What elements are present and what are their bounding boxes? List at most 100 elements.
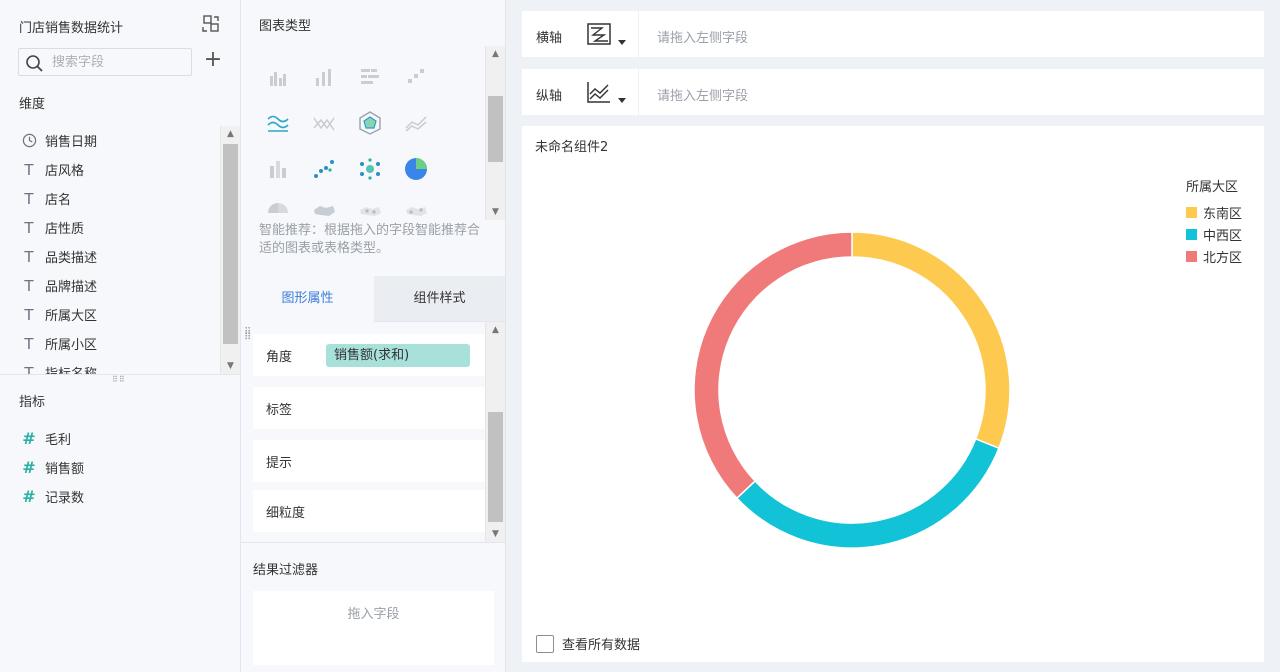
drag-handle-icon[interactable]: ⠿ ⠿ — [244, 328, 251, 343]
divider — [241, 542, 505, 543]
scatter-chart-icon[interactable] — [311, 156, 337, 182]
dimension-field-label: 店名 — [45, 193, 72, 208]
horizontal-bar-chart-icon[interactable] — [357, 64, 383, 90]
field-search-box[interactable] — [18, 48, 192, 76]
donut-slice-3[interactable] — [693, 231, 853, 500]
field-panel: 门店销售数据统计 + 维度 销售日期T店风格T店名T店性质T品类描述T品牌描述T… — [0, 0, 241, 672]
y-axis-dropzone[interactable]: 请拖入左侧字段 — [657, 85, 748, 104]
multi-line-chart-icon[interactable] — [311, 110, 337, 136]
result-filter-dropzone[interactable]: 拖入字段 — [253, 591, 494, 665]
text-type-icon: T — [24, 189, 34, 208]
chart-canvas: 未命名组件2 所属大区 东南区 中西区 北方区 查看所有数据 — [522, 126, 1264, 662]
granularity-label: 细粒度 — [266, 505, 306, 521]
dimension-field-item[interactable]: T 指标名称 — [0, 358, 220, 375]
config-panel: 图表类型 ▲ ▼ 智能推荐：根据拖入的字段智能推荐合适的图表或表格类型。 图形属… — [241, 0, 506, 672]
region-map-icon[interactable] — [311, 200, 337, 220]
label-property-row[interactable]: 标签 — [253, 387, 485, 429]
text-type-icon: T — [24, 334, 34, 353]
dimension-field-item[interactable]: T 所属大区 — [0, 300, 220, 329]
dimension-field-item[interactable]: T 品类描述 — [0, 242, 220, 271]
panel-splitter[interactable]: ⠿⠿ — [0, 374, 240, 384]
legend-label: 中西区 — [1203, 228, 1243, 244]
x-axis-bar: 横轴 请拖入左侧字段 — [522, 11, 1264, 57]
flow-map-icon[interactable] — [403, 200, 429, 220]
dimension-field-label: 品牌描述 — [45, 280, 98, 295]
bar-chart-icon[interactable] — [311, 64, 337, 90]
legend-swatch — [1186, 250, 1197, 262]
dimension-field-item[interactable]: T 店性质 — [0, 213, 220, 242]
line-chart-icon[interactable] — [265, 110, 291, 136]
measure-list: # 毛利 # 销售额 # 记录数 — [0, 424, 220, 514]
dimension-field-label: 店风格 — [45, 164, 85, 179]
text-type-icon: T — [24, 276, 34, 295]
donut-slice-1[interactable] — [851, 231, 1011, 450]
legend-item[interactable]: 中西区 — [1186, 223, 1242, 245]
angle-label: 角度 — [266, 349, 293, 365]
legend-label: 东南区 — [1203, 206, 1243, 222]
x-axis-type-icon[interactable] — [586, 22, 612, 46]
x-axis-dropzone[interactable]: 请拖入左侧字段 — [657, 27, 748, 46]
legend-label: 北方区 — [1203, 250, 1243, 266]
dimension-field-item[interactable]: T 店名 — [0, 184, 220, 213]
dimension-field-item[interactable]: T 品牌描述 — [0, 271, 220, 300]
chart-type-scrollbar[interactable]: ▲ ▼ — [485, 46, 505, 220]
view-all-data-toggle[interactable]: 查看所有数据 — [536, 634, 640, 653]
tab-component-style[interactable]: 组件样式 — [374, 276, 505, 322]
measure-field-item[interactable]: # 记录数 — [0, 482, 220, 511]
measure-field-item[interactable]: # 销售额 — [0, 453, 220, 482]
dimension-field-item[interactable]: T 所属小区 — [0, 329, 220, 358]
measure-field-label: 销售额 — [45, 462, 85, 477]
hash-icon: # — [22, 487, 36, 506]
measure-field-label: 毛利 — [45, 433, 72, 448]
tooltip-label: 提示 — [266, 455, 293, 471]
angle-field-tag[interactable]: 销售额(求和) — [326, 344, 470, 367]
dimension-field-label: 指标名称 — [45, 363, 97, 374]
tooltip-property-row[interactable]: 提示 — [253, 440, 485, 482]
waterfall-chart-icon[interactable] — [403, 64, 429, 90]
legend-swatch — [1186, 228, 1197, 240]
measure-field-item[interactable]: # 毛利 — [0, 424, 220, 453]
x-axis-dropdown-icon[interactable] — [618, 40, 626, 45]
tab-graph-properties[interactable]: 图形属性 — [241, 276, 374, 322]
result-filter-title: 结果过滤器 — [253, 563, 319, 578]
switch-dataset-icon[interactable] — [201, 14, 221, 34]
property-tabs: 图形属性 组件样式 — [241, 276, 505, 322]
dimension-field-item[interactable]: T 店风格 — [0, 155, 220, 184]
dimension-field-label: 所属小区 — [45, 338, 98, 353]
pie-chart-icon[interactable] — [403, 156, 429, 182]
donut-slice-2[interactable] — [735, 437, 1000, 549]
chart-legend: 所属大区 东南区 中西区 北方区 — [1186, 176, 1242, 267]
dimension-field-item[interactable]: 销售日期 — [0, 126, 220, 155]
chart-type-grid — [257, 50, 485, 220]
chart-type-title: 图表类型 — [259, 19, 312, 34]
measure-section-label: 指标 — [19, 395, 46, 410]
legend-swatch — [1186, 206, 1197, 218]
dimension-scrollbar[interactable]: ▲ ▼ — [220, 126, 240, 374]
legend-item[interactable]: 东南区 — [1186, 201, 1242, 223]
dataset-title: 门店销售数据统计 — [19, 21, 124, 36]
property-scrollbar[interactable]: ▲ ▼ — [485, 322, 505, 542]
hash-icon: # — [22, 429, 36, 448]
bubble-chart-icon[interactable] — [357, 156, 383, 182]
text-type-icon: T — [24, 218, 34, 237]
view-all-label: 查看所有数据 — [562, 638, 641, 653]
x-axis-label: 横轴 — [536, 31, 563, 46]
grouped-bar-chart-icon[interactable] — [265, 64, 291, 90]
y-axis-type-icon[interactable] — [586, 80, 612, 104]
text-type-icon: T — [24, 247, 34, 266]
y-axis-label: 纵轴 — [536, 89, 563, 104]
view-all-checkbox[interactable] — [536, 634, 554, 653]
add-field-button[interactable]: + — [203, 49, 223, 71]
granularity-property-row[interactable]: 细粒度 — [253, 490, 485, 532]
rose-chart-icon[interactable] — [265, 200, 291, 220]
stacked-bar-chart-icon[interactable] — [265, 156, 291, 182]
y-axis-bar: 纵轴 请拖入左侧字段 — [522, 69, 1264, 115]
area-chart-icon[interactable] — [403, 110, 429, 136]
radar-chart-icon[interactable] — [357, 110, 383, 136]
search-input[interactable] — [52, 53, 187, 71]
point-map-icon[interactable] — [357, 200, 383, 220]
angle-property-row[interactable]: 角度 销售额(求和) — [253, 334, 485, 376]
y-axis-dropdown-icon[interactable] — [618, 98, 626, 103]
dimension-section-label: 维度 — [19, 97, 46, 112]
legend-item[interactable]: 北方区 — [1186, 245, 1242, 267]
